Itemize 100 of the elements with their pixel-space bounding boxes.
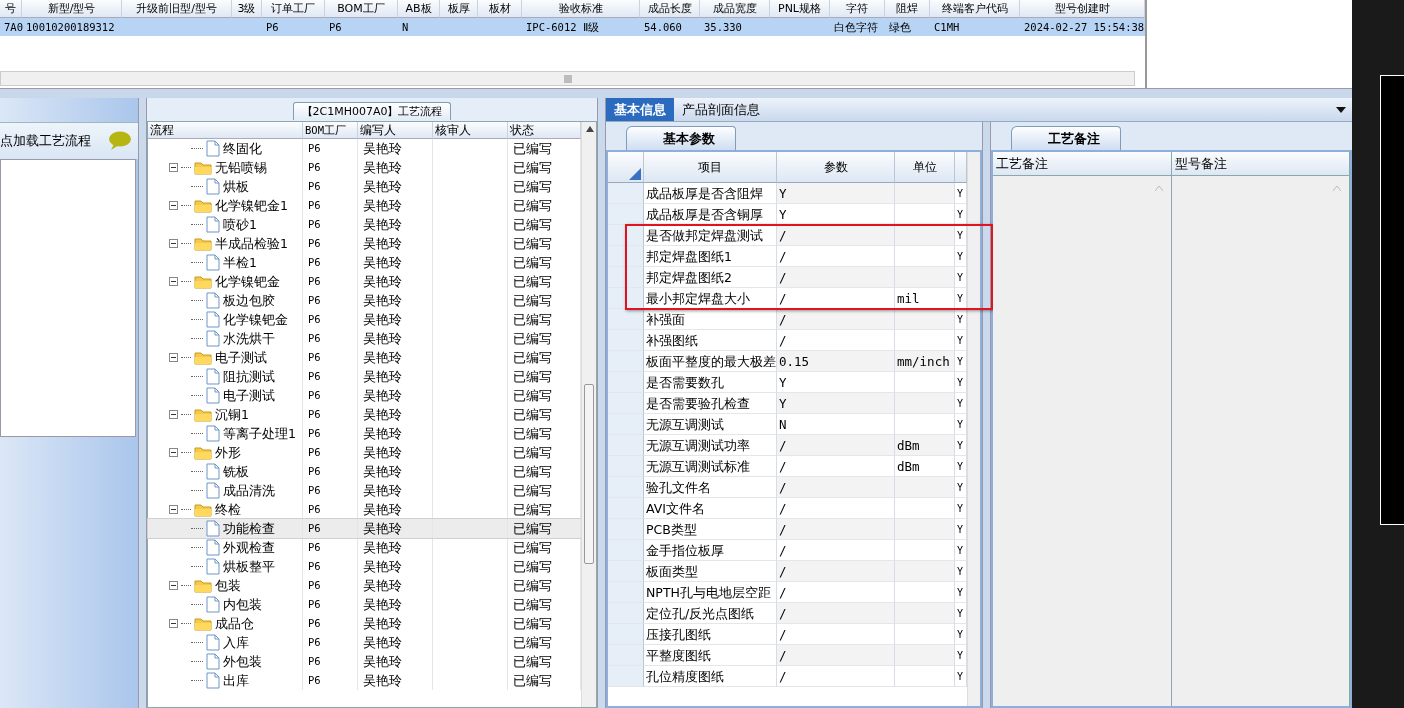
table-cell: 吴艳玲 [358, 557, 433, 576]
column-header[interactable]: PNL规格 [770, 0, 830, 18]
dropdown-arrow-icon[interactable] [1336, 106, 1346, 113]
tree-row[interactable]: 水洗烘干 P6 吴艳玲 已编写 [148, 329, 581, 348]
step-label: 成品清洗 [223, 482, 275, 500]
tab[interactable]: 产品剖面信息 [674, 98, 768, 121]
document-icon [206, 463, 220, 480]
column-header[interactable]: 板厚 [440, 0, 478, 18]
row-header[interactable] [608, 204, 644, 225]
tree-row[interactable]: 化学镍钯金 P6 吴艳玲 已编写 [148, 310, 581, 329]
tree-row[interactable]: 成品清洗 P6 吴艳玲 已编写 [148, 481, 581, 500]
collapse-toggle[interactable] [169, 201, 178, 210]
column-header[interactable]: 字符 [830, 0, 885, 18]
tree-row[interactable]: 等离子处理1 P6 吴艳玲 已编写 [148, 424, 581, 443]
grip-icon[interactable] [563, 74, 572, 83]
collapse-toggle[interactable] [169, 505, 178, 514]
column-header[interactable]: 单位 [895, 152, 955, 183]
step-label: 阻抗测试 [223, 368, 275, 386]
tree-row[interactable]: 电子测试 P6 吴艳玲 已编写 [148, 348, 581, 367]
collapse-toggle[interactable] [169, 410, 178, 419]
column-header[interactable]: 新型/型号 [22, 0, 122, 18]
collapse-toggle[interactable] [169, 581, 178, 590]
column-header[interactable]: BOM工厂 [325, 0, 398, 18]
tree-row[interactable]: 外形 P6 吴艳玲 已编写 [148, 443, 581, 462]
tree-row[interactable]: 沉铜1 P6 吴艳玲 已编写 [148, 405, 581, 424]
tree-row[interactable]: 入库 P6 吴艳玲 已编写 [148, 633, 581, 652]
row-header[interactable] [608, 267, 644, 288]
column-header[interactable]: 3级 [232, 0, 262, 18]
column-header[interactable]: 订单工厂 [262, 0, 325, 18]
column-header[interactable]: 号 [0, 0, 22, 18]
tree-row[interactable]: 外观检查 P6 吴艳玲 已编写 [148, 538, 581, 557]
splitter[interactable] [138, 98, 147, 708]
table-cell: 吴艳玲 [358, 215, 433, 234]
column-header[interactable]: 状态 [508, 122, 581, 139]
column-header[interactable]: 核审人 [433, 122, 508, 139]
document-icon [206, 140, 220, 157]
tree-row[interactable]: 板边包胶 P6 吴艳玲 已编写 [148, 291, 581, 310]
tree-row[interactable]: 烘板 P6 吴艳玲 已编写 [148, 177, 581, 196]
tab[interactable]: 基本参数 [626, 126, 736, 150]
tree-row[interactable]: 终固化 P6 吴艳玲 已编写 [148, 139, 581, 158]
tab[interactable]: 工艺备注 [1011, 126, 1121, 150]
vertical-scrollbar[interactable] [581, 122, 596, 707]
tree-row[interactable]: 功能检查 P6 吴艳玲 已编写 [148, 519, 581, 538]
collapse-toggle[interactable] [169, 448, 178, 457]
tree-row[interactable]: 包装 P6 吴艳玲 已编写 [148, 576, 581, 595]
column-header[interactable]: 升级前旧型/型号 [122, 0, 232, 18]
splitter[interactable] [982, 122, 991, 708]
collapse-toggle[interactable] [169, 353, 178, 362]
scroll-up-arrow-icon[interactable] [586, 126, 594, 132]
tree-row[interactable]: 化学镍钯金 P6 吴艳玲 已编写 [148, 272, 581, 291]
step-label: 电子测试 [223, 387, 275, 405]
speech-bubble-icon [108, 131, 132, 151]
column-header[interactable]: BOM工厂 [303, 122, 358, 139]
column-header[interactable]: 参数 [777, 152, 895, 183]
row-header[interactable] [608, 246, 644, 267]
column-header[interactable]: 终端客户代码 [930, 0, 1020, 18]
tree-row[interactable]: 喷砂1 P6 吴艳玲 已编写 [148, 215, 581, 234]
column-header[interactable]: 成品长度 [640, 0, 700, 18]
vertical-scrollbar[interactable] [967, 152, 980, 706]
row-header[interactable] [608, 309, 644, 330]
horizontal-scrollbar[interactable] [0, 71, 1135, 86]
tree-row[interactable]: 电子测试 P6 吴艳玲 已编写 [148, 386, 581, 405]
table-cell: P6 [303, 158, 358, 177]
column-header[interactable]: AB板 [398, 0, 440, 18]
table-cell: 吴艳玲 [358, 158, 433, 177]
tree-row[interactable]: 外包装 P6 吴艳玲 已编写 [148, 652, 581, 671]
column-header[interactable]: 阻焊 [885, 0, 930, 18]
row-header[interactable] [608, 225, 644, 246]
tree-row[interactable]: 半成品检验1 P6 吴艳玲 已编写 [148, 234, 581, 253]
column-header[interactable]: 流程 [148, 122, 303, 139]
splitter[interactable] [0, 88, 1352, 98]
table-cell: P6 [303, 348, 358, 367]
tree-row[interactable]: 半检1 P6 吴艳玲 已编写 [148, 253, 581, 272]
document-icon [206, 425, 220, 442]
tree-row[interactable]: 烘板整平 P6 吴艳玲 已编写 [148, 557, 581, 576]
tree-row[interactable]: 铣板 P6 吴艳玲 已编写 [148, 462, 581, 481]
step-label: 内包装 [223, 596, 262, 614]
column-header[interactable] [955, 152, 967, 183]
tree-row[interactable]: 成品仓 P6 吴艳玲 已编写 [148, 614, 581, 633]
column-header[interactable]: 编写人 [358, 122, 433, 139]
tree-row[interactable]: 内包装 P6 吴艳玲 已编写 [148, 595, 581, 614]
tree-row[interactable]: 化学镍钯金1 P6 吴艳玲 已编写 [148, 196, 581, 215]
tree-row[interactable]: 出库 P6 吴艳玲 已编写 [148, 671, 581, 690]
row-header[interactable] [608, 288, 644, 309]
tree-row[interactable]: 阻抗测试 P6 吴艳玲 已编写 [148, 367, 581, 386]
collapse-toggle[interactable] [169, 239, 178, 248]
collapse-toggle[interactable] [169, 163, 178, 172]
column-header[interactable]: 验收标准 [522, 0, 640, 18]
table-row[interactable]: 7A0 10010200189312 P6 P6 N IPC-6012 Ⅱ级 54.060 35.330 白色字符 绿色 C1MH 2024-02-27 15:54:38 [0, 18, 1145, 36]
column-header[interactable]: 型号创建时 [1020, 0, 1145, 18]
column-header[interactable]: 板材 [478, 0, 522, 18]
scrollbar-thumb[interactable] [584, 384, 594, 564]
table-cell: P6 [303, 405, 358, 424]
table-cell: 0.15 [777, 351, 895, 372]
collapse-toggle[interactable] [169, 277, 178, 286]
column-header[interactable]: 成品宽度 [700, 0, 770, 18]
tab[interactable]: 基本信息 [606, 98, 674, 121]
tree-row[interactable]: 无铅喷锡 P6 吴艳玲 已编写 [148, 158, 581, 177]
column-header[interactable]: 项目 [644, 152, 777, 183]
collapse-toggle[interactable] [169, 619, 178, 628]
